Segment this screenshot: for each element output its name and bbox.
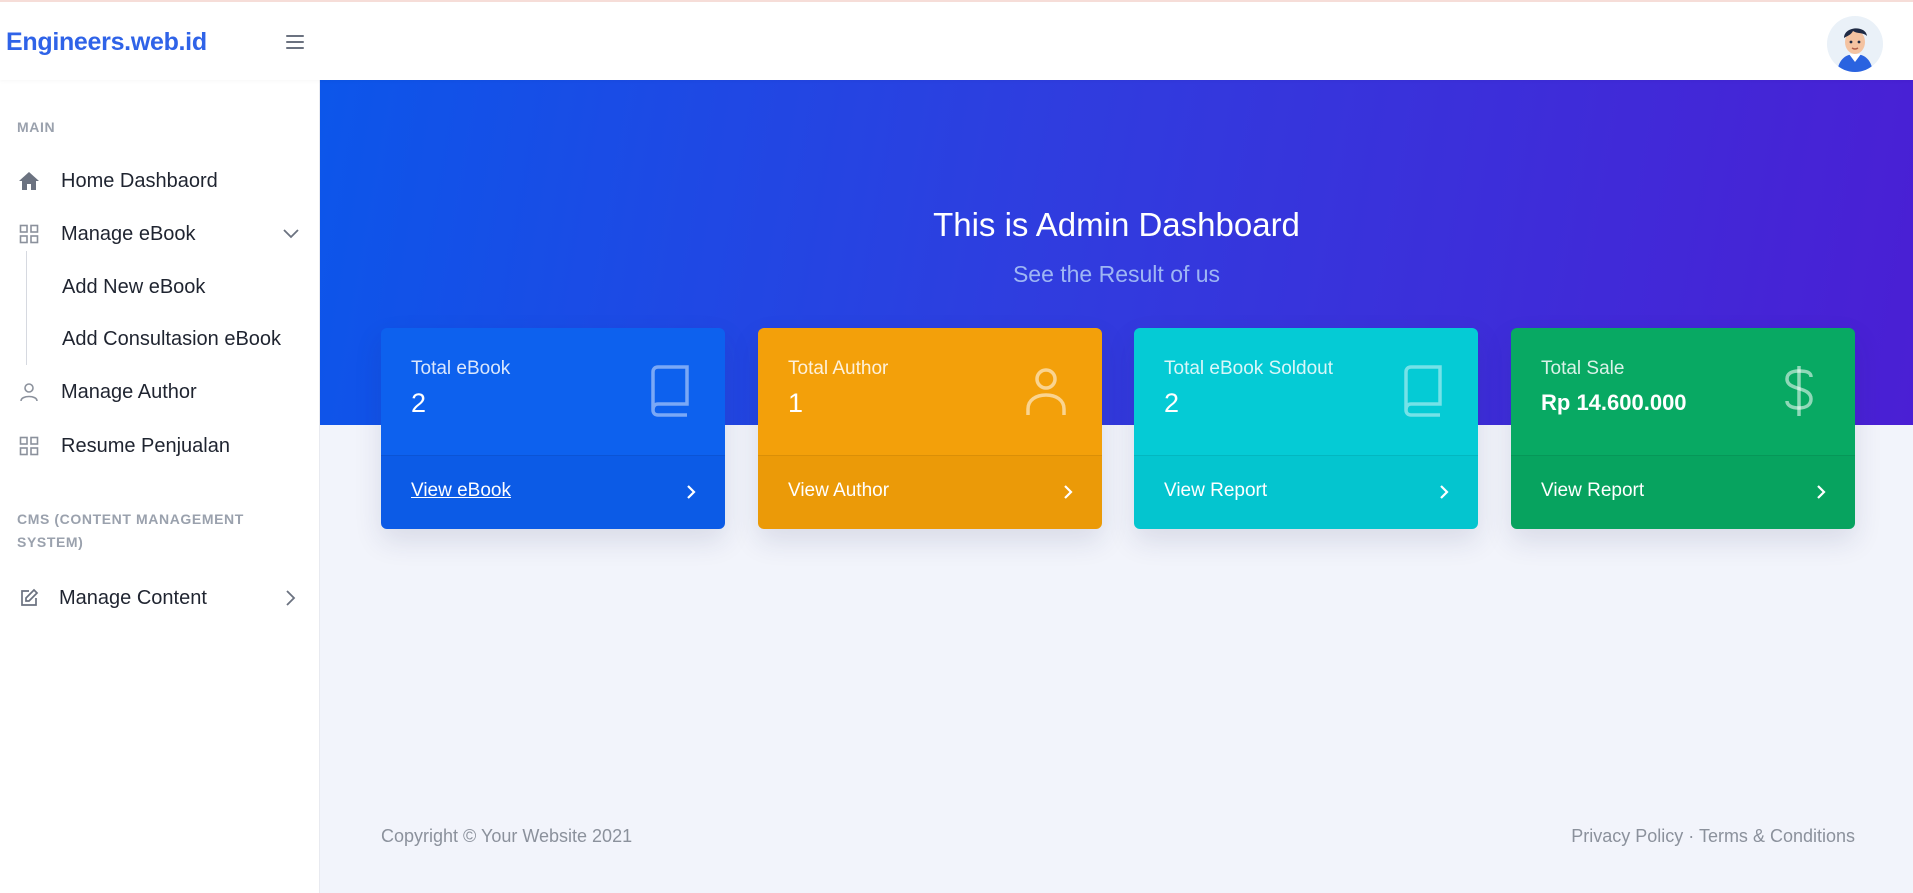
user-icon [1022, 364, 1070, 418]
page-title: This is Admin Dashboard [933, 206, 1300, 243]
brand-logo[interactable]: Engineers.web.id [6, 28, 207, 57]
stat-label: Total Sale [1541, 358, 1625, 379]
terms-conditions-link[interactable]: Terms & Conditions [1699, 826, 1855, 846]
sidebar-item-label: Manage eBook [61, 222, 196, 245]
stat-value: 2 [1164, 388, 1180, 418]
sidebar-item-manage-ebook[interactable]: Manage eBook [0, 212, 320, 256]
stat-card-total-ebook: Total eBook 2 View eBook [381, 328, 725, 529]
grid-icon [17, 222, 41, 246]
submenu-item-add-consultasion-ebook[interactable]: Add Consultasion eBook [62, 324, 281, 354]
chevron-right-icon [1436, 484, 1452, 500]
chevron-right-icon [1060, 484, 1076, 500]
copyright-text: Copyright © Your Website 2021 [381, 826, 633, 846]
sidebar-item-label: Home Dashbaord [61, 169, 218, 192]
privacy-policy-link[interactable]: Privacy Policy [1571, 826, 1683, 846]
view-report-link[interactable]: View Report [1511, 455, 1855, 529]
submenu-item-add-new-ebook[interactable]: Add New eBook [62, 272, 205, 302]
stat-value: 2 [411, 388, 427, 418]
stat-card-total-author: Total Author 1 View Author [758, 328, 1102, 529]
book-icon [1398, 364, 1446, 418]
view-ebook-link[interactable]: View eBook [381, 455, 725, 529]
sidebar-item-manage-content[interactable]: Manage Content [0, 576, 320, 620]
stat-value: 1 [788, 388, 804, 418]
card-link-label[interactable]: View Report [1541, 480, 1644, 502]
card-link-label[interactable]: View eBook [411, 480, 511, 502]
sidebar-item-home-dashboard[interactable]: Home Dashbaord [0, 159, 320, 203]
stat-card-total-sale: Total Sale Rp 14.600.000 View Report [1511, 328, 1855, 529]
stat-value: Rp 14.600.000 [1541, 390, 1687, 415]
menu-toggle-icon[interactable] [286, 35, 304, 49]
view-author-link[interactable]: View Author [758, 455, 1102, 529]
sidebar-item-resume-penjualan[interactable]: Resume Penjualan [0, 424, 320, 468]
book-icon [645, 364, 693, 418]
chevron-right-icon [683, 484, 699, 500]
stat-label: Total eBook [411, 358, 511, 379]
footer-separator: · [1683, 826, 1699, 846]
top-navbar: Engineers.web.id [0, 0, 1913, 80]
page-subtitle: See the Result of us [1012, 261, 1221, 287]
user-avatar[interactable] [1827, 16, 1883, 72]
chevron-right-icon [1813, 484, 1829, 500]
stat-label: Total Author [788, 358, 889, 379]
sidebar-item-manage-author[interactable]: Manage Author [0, 370, 320, 414]
card-link-label[interactable]: View Author [788, 480, 889, 502]
dollar-icon [1775, 364, 1823, 418]
sidebar-item-label: Resume Penjualan [61, 434, 230, 457]
sidebar-heading-cms: CMS (CONTENT MANAGEMENT SYSTEM) [17, 511, 244, 550]
edit-icon [17, 586, 41, 610]
sidebar-item-label: Manage Author [61, 380, 197, 403]
grid-icon [17, 434, 41, 458]
sidebar: MAIN Home Dashbaord Manage eBook Add New… [0, 80, 320, 893]
user-icon [17, 380, 41, 404]
submenu-divider [26, 251, 27, 365]
sidebar-heading-main: MAIN [17, 119, 56, 135]
chevron-right-icon[interactable] [280, 587, 302, 609]
view-report-link[interactable]: View Report [1134, 455, 1478, 529]
home-icon [17, 169, 41, 193]
chevron-down-icon[interactable] [280, 223, 302, 245]
card-link-label[interactable]: View Report [1164, 480, 1267, 502]
footer-links: Privacy Policy · Terms & Conditions [1571, 826, 1855, 847]
sidebar-item-label: Manage Content [59, 586, 207, 609]
stat-label: Total eBook Soldout [1164, 358, 1334, 379]
stat-card-total-ebook-soldout: Total eBook Soldout 2 View Report [1134, 328, 1478, 529]
